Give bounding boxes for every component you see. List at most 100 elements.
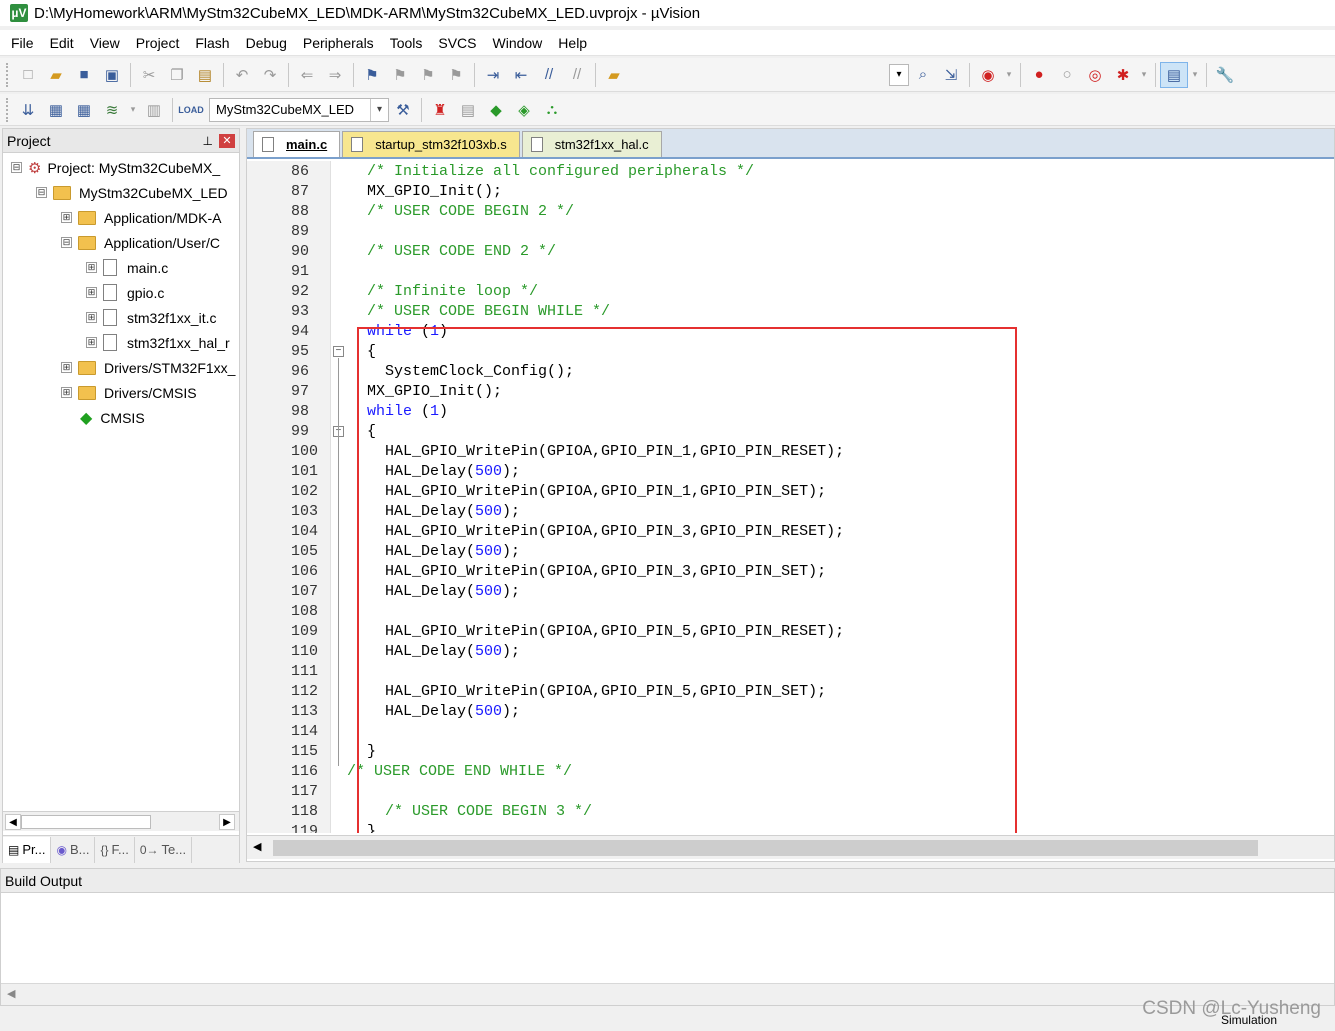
pack-installer-icon[interactable]: ◈: [510, 97, 538, 123]
undo-icon[interactable]: ↶: [228, 62, 256, 88]
kill-breakpoints-icon[interactable]: ✱: [1109, 62, 1137, 88]
collapse-icon[interactable]: ⊟: [36, 187, 47, 198]
code-line[interactable]: 115}: [247, 742, 1334, 762]
expand-icon[interactable]: ⊞: [86, 287, 97, 298]
code-line[interactable]: 108: [247, 602, 1334, 622]
toolbar-grip[interactable]: [6, 97, 10, 122]
layout-dropdown-icon[interactable]: ▾: [1188, 62, 1202, 88]
scroll-left-icon[interactable]: ◀: [253, 840, 261, 853]
code-line[interactable]: 119}: [247, 822, 1334, 833]
scroll-thumb[interactable]: [273, 840, 1258, 856]
rebuild-icon[interactable]: ▦: [70, 97, 98, 123]
code-line[interactable]: 93 /* USER CODE BEGIN WHILE */: [247, 302, 1334, 322]
menu-debug[interactable]: Debug: [238, 30, 295, 56]
tree-item-file-gpio[interactable]: ⊞ gpio.c: [86, 280, 164, 305]
code-line[interactable]: 86 /* Initialize all configured periphera…: [247, 162, 1334, 182]
tab-templates[interactable]: 0→ Te...: [135, 836, 193, 863]
tab-hal-c[interactable]: stm32f1xx_hal.c: [521, 131, 662, 157]
scroll-thumb[interactable]: [21, 815, 151, 829]
debug-dropdown-icon[interactable]: ▾: [1002, 62, 1016, 88]
paste-icon[interactable]: ▤: [191, 62, 219, 88]
editor-hscrollbar[interactable]: ◀: [247, 835, 1334, 859]
cut-icon[interactable]: ✂: [135, 62, 163, 88]
bookmark-icon[interactable]: ⚑: [358, 62, 386, 88]
pin-icon[interactable]: ⊥: [203, 134, 213, 148]
code-line[interactable]: 109 HAL_GPIO_WritePin(GPIOA,GPIO_PIN_5,G…: [247, 622, 1334, 642]
code-line[interactable]: 95 − {: [247, 342, 1334, 362]
menu-peripherals[interactable]: Peripherals: [295, 30, 382, 56]
tab-functions[interactable]: {} F...: [95, 836, 135, 863]
code-line[interactable]: 112 HAL_GPIO_WritePin(GPIOA,GPIO_PIN_5,G…: [247, 682, 1334, 702]
code-line[interactable]: 117: [247, 782, 1334, 802]
tree-item-project[interactable]: ⊟ ⚙ Project: MyStm32CubeMX_: [11, 155, 220, 180]
unindent-icon[interactable]: ⇤: [507, 62, 535, 88]
expand-icon[interactable]: ⊞: [61, 362, 72, 373]
tree-item-group-drivers-cmsis[interactable]: ⊞ Drivers/CMSIS: [61, 380, 197, 405]
clear-bookmarks-icon[interactable]: ⚑: [442, 62, 470, 88]
open-folder-icon[interactable]: ▰: [42, 62, 70, 88]
copy-icon[interactable]: ❐: [163, 62, 191, 88]
manage-items-icon[interactable]: ▤: [454, 97, 482, 123]
code-line[interactable]: 118 /* USER CODE BEGIN 3 */: [247, 802, 1334, 822]
code-line[interactable]: 96 SystemClock_Config();: [247, 362, 1334, 382]
collapse-icon[interactable]: ⊟: [11, 162, 22, 173]
code-line[interactable]: 87 MX_GPIO_Init();: [247, 182, 1334, 202]
batch-dropdown-icon[interactable]: ▾: [126, 97, 140, 123]
tab-startup-s[interactable]: startup_stm32f103xb.s: [342, 131, 520, 157]
disable-all-breakpoints-icon[interactable]: ◎: [1081, 62, 1109, 88]
manage-components-icon[interactable]: ♜: [426, 97, 454, 123]
code-line[interactable]: 113 HAL_Delay(500);: [247, 702, 1334, 722]
expand-icon[interactable]: ⊞: [86, 337, 97, 348]
menu-tools[interactable]: Tools: [382, 30, 431, 56]
build-icon[interactable]: ▦: [42, 97, 70, 123]
tree-item-file-it[interactable]: ⊞ stm32f1xx_it.c: [86, 305, 216, 330]
tab-main-c[interactable]: main.c: [253, 131, 341, 157]
code-line[interactable]: 100 HAL_GPIO_WritePin(GPIOA,GPIO_PIN_1,G…: [247, 442, 1334, 462]
menu-project[interactable]: Project: [128, 30, 188, 56]
code-area[interactable]: 86 /* Initialize all configured periphera…: [247, 161, 1334, 833]
find-dropdown[interactable]: ▾: [889, 63, 909, 86]
uncomment-icon[interactable]: //: [563, 62, 591, 88]
code-line[interactable]: 97 MX_GPIO_Init();: [247, 382, 1334, 402]
stop-build-icon[interactable]: ▥: [140, 97, 168, 123]
code-line[interactable]: 105 HAL_Delay(500);: [247, 542, 1334, 562]
code-line[interactable]: 90 /* USER CODE END 2 */: [247, 242, 1334, 262]
code-line[interactable]: 98 while (1): [247, 402, 1334, 422]
find-in-files-icon[interactable]: ▰: [600, 62, 628, 88]
scroll-left-icon[interactable]: ◀: [7, 987, 15, 1000]
expand-icon[interactable]: ⊞: [86, 262, 97, 273]
translate-icon[interactable]: ⇊: [14, 97, 42, 123]
configure-wrench-icon[interactable]: 🔧: [1211, 62, 1239, 88]
code-line[interactable]: 104 HAL_GPIO_WritePin(GPIOA,GPIO_PIN_3,G…: [247, 522, 1334, 542]
tree-item-group-user[interactable]: ⊟ Application/User/C: [61, 230, 220, 255]
code-line[interactable]: 101 HAL_Delay(500);: [247, 462, 1334, 482]
code-line[interactable]: 89: [247, 222, 1334, 242]
window-layout-icon[interactable]: ▤: [1160, 61, 1188, 88]
batch-build-icon[interactable]: ≋: [98, 97, 126, 123]
breakpoint-icon[interactable]: ●: [1025, 62, 1053, 88]
code-line[interactable]: 88 /* USER CODE BEGIN 2 */: [247, 202, 1334, 222]
code-line[interactable]: 110 HAL_Delay(500);: [247, 642, 1334, 662]
select-packs-icon[interactable]: ◆: [482, 97, 510, 123]
save-icon[interactable]: ■: [70, 62, 98, 88]
new-file-icon[interactable]: □: [14, 62, 42, 88]
code-line[interactable]: 116 /* USER CODE END WHILE */: [247, 762, 1334, 782]
expand-icon[interactable]: ⊞: [61, 387, 72, 398]
menu-file[interactable]: File: [3, 30, 42, 56]
redo-icon[interactable]: ↷: [256, 62, 284, 88]
toolbar-grip[interactable]: [6, 62, 10, 87]
menu-help[interactable]: Help: [550, 30, 595, 56]
code-line[interactable]: 91: [247, 262, 1334, 282]
next-bookmark-icon[interactable]: ⚑: [414, 62, 442, 88]
menu-view[interactable]: View: [82, 30, 128, 56]
breakpoint-dropdown-icon[interactable]: ▾: [1137, 62, 1151, 88]
target-select[interactable]: MyStm32CubeMX_LED ▾: [209, 97, 389, 122]
code-line[interactable]: 114: [247, 722, 1334, 742]
debug-session-icon[interactable]: ◉: [974, 62, 1002, 88]
find-icon[interactable]: ⌕: [909, 62, 937, 88]
scroll-right-icon[interactable]: ▶: [219, 814, 235, 830]
project-hscrollbar[interactable]: ◀ ▶: [3, 811, 239, 831]
comment-icon[interactable]: //: [535, 62, 563, 88]
expand-icon[interactable]: ⊞: [86, 312, 97, 323]
code-line[interactable]: 102 HAL_GPIO_WritePin(GPIOA,GPIO_PIN_1,G…: [247, 482, 1334, 502]
